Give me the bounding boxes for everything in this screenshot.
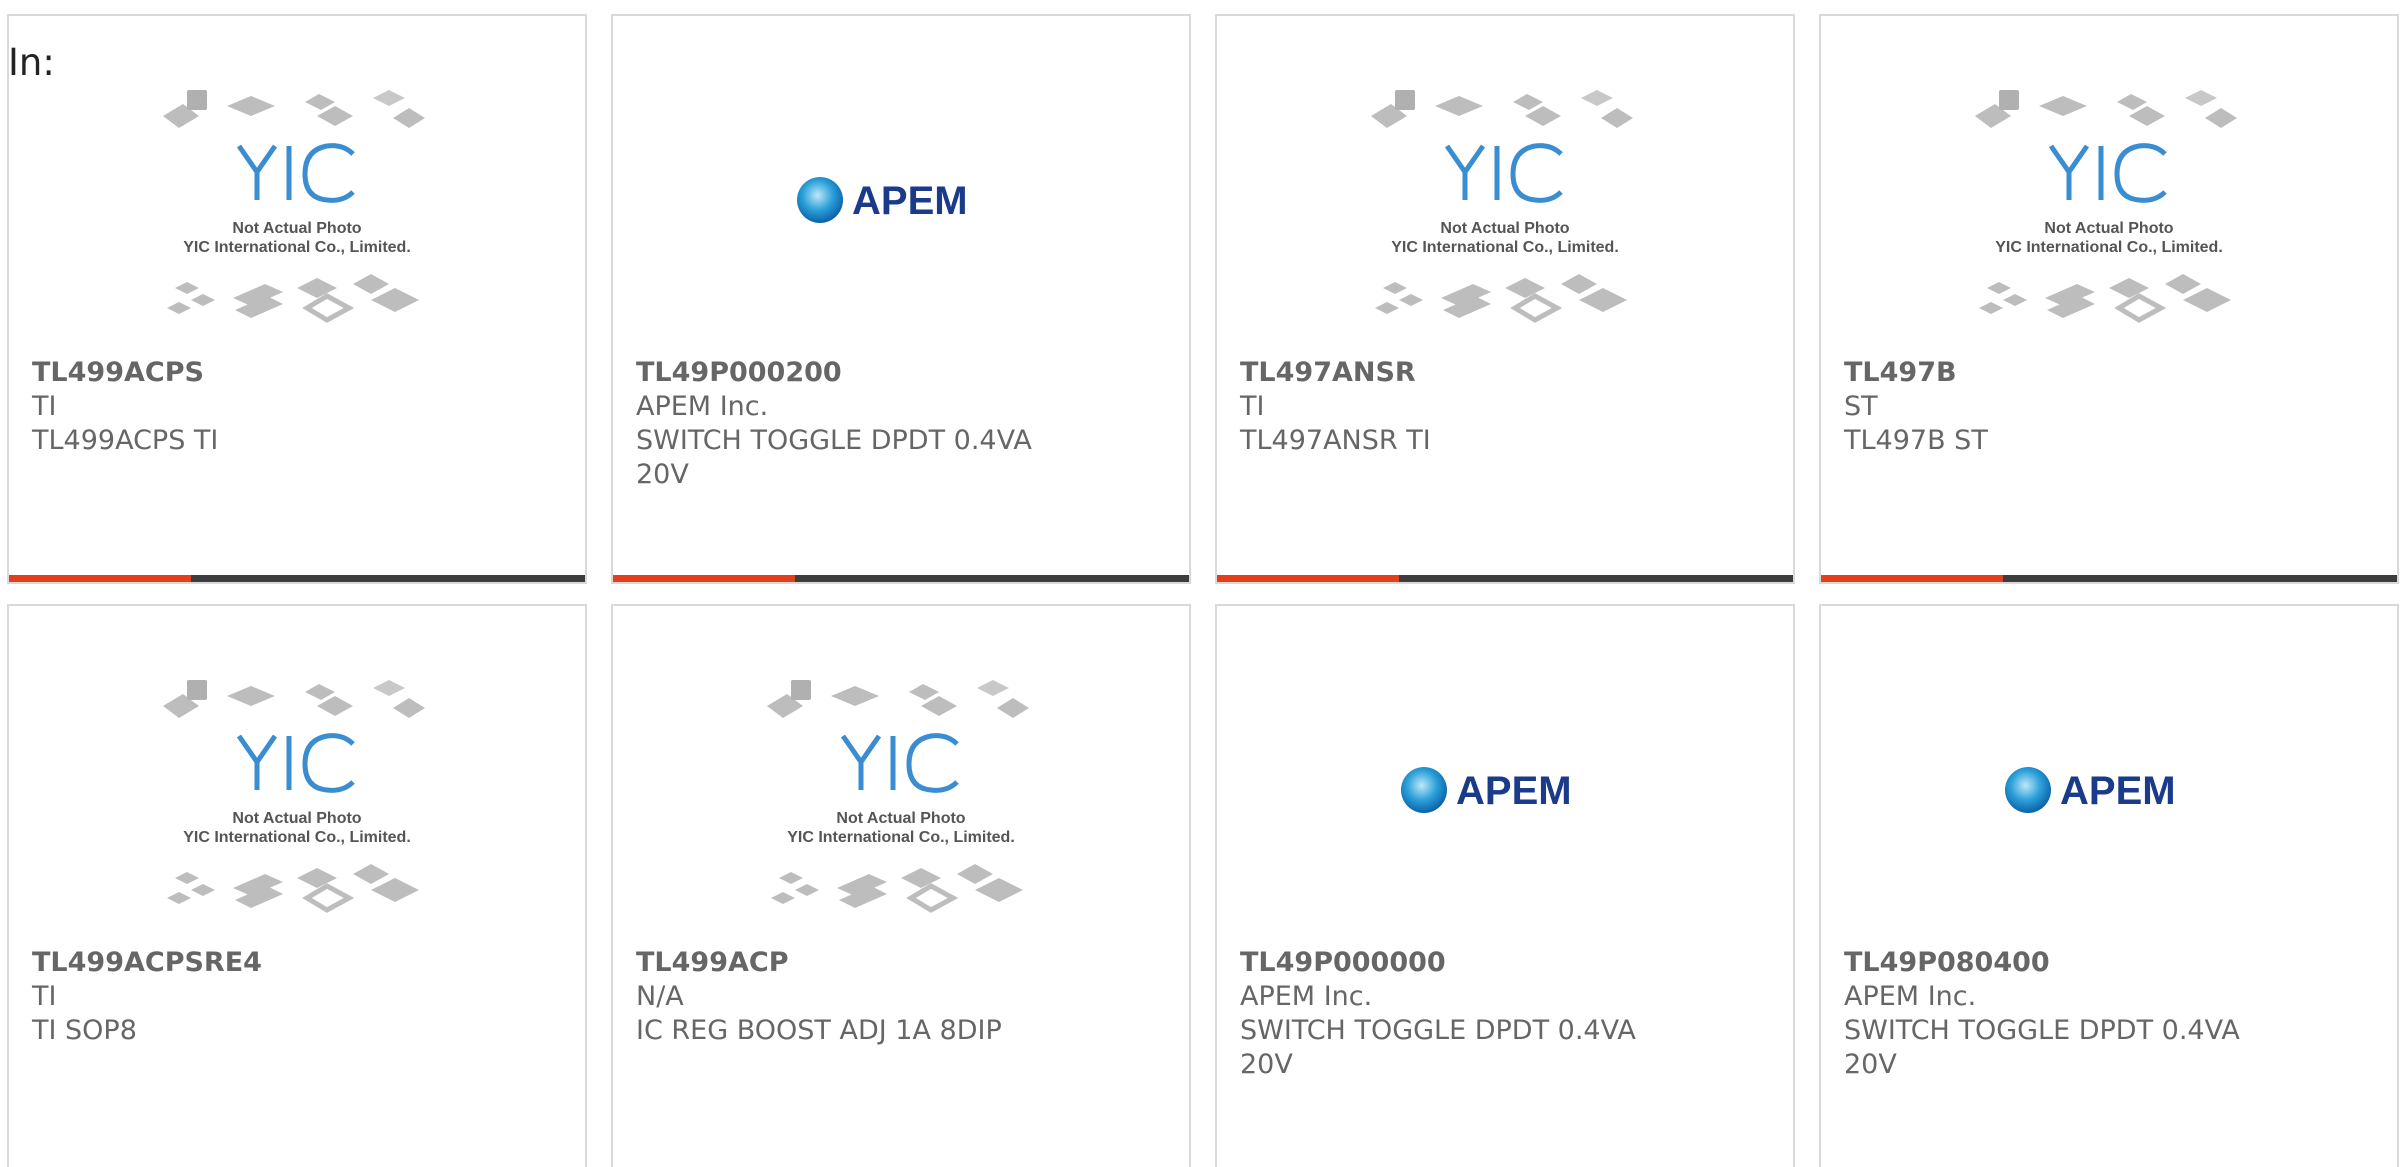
apem-logo-wrap: APEM — [2004, 764, 2214, 820]
product-image: Not Actual Photo YIC International Co., … — [613, 678, 1189, 948]
svg-text:Not Actual Photo: Not Actual Photo — [232, 220, 361, 237]
svg-text:Not Actual Photo: Not Actual Photo — [232, 810, 361, 827]
svg-text:YIC International Co., Limited: YIC International Co., Limited. — [183, 239, 411, 256]
description: SWITCH TOGGLE DPDT 0.4VA 20V — [1240, 1015, 1636, 1080]
in-label: In: — [8, 41, 55, 84]
yic-placeholder-image: Not Actual Photo YIC International Co., … — [1371, 90, 1633, 323]
manufacturer: ST — [1844, 391, 1878, 422]
product-info: TL497ANSR TI TL497ANSR TI — [1240, 356, 1773, 458]
product-info: TL49P080400 APEM Inc. SWITCH TOGGLE DPDT… — [1844, 946, 2377, 1082]
card-bar — [1821, 575, 2397, 582]
card-bar-accent — [1821, 575, 2003, 582]
card-bar-accent — [9, 575, 191, 582]
part-number[interactable]: TL499ACPSRE4 — [32, 946, 565, 980]
part-number[interactable]: TL49P000000 — [1240, 946, 1773, 980]
manufacturer: TI — [32, 391, 57, 422]
product-card[interactable]: Not Actual Photo YIC International Co., … — [7, 14, 587, 584]
manufacturer: TI — [32, 981, 57, 1012]
search-results-page: In: Not Actual Photo YIC International C… — [0, 0, 2400, 1167]
description: SWITCH TOGGLE DPDT 0.4VA 20V — [636, 425, 1032, 490]
product-card[interactable]: APEM TL49P080400 APEM Inc. SWITCH TOGGLE… — [1819, 604, 2399, 1167]
product-info: TL499ACP N/A IC REG BOOST ADJ 1A 8DIP — [636, 946, 1169, 1048]
product-image: Not Actual Photo YIC International Co., … — [9, 88, 585, 358]
svg-text:YIC International Co., Limited: YIC International Co., Limited. — [1995, 239, 2223, 256]
description: TI SOP8 — [32, 1015, 137, 1046]
description: TL499ACPS TI — [32, 425, 219, 456]
product-card[interactable]: APEM TL49P000000 APEM Inc. SWITCH TOGGLE… — [1215, 604, 1795, 1167]
svg-text:Not Actual Photo: Not Actual Photo — [1440, 220, 1569, 237]
product-card[interactable]: Not Actual Photo YIC International Co., … — [611, 604, 1191, 1167]
svg-text:YIC International Co., Limited: YIC International Co., Limited. — [183, 829, 411, 846]
product-image: Not Actual Photo YIC International Co., … — [1821, 88, 2397, 358]
product-info: TL497B ST TL497B ST — [1844, 356, 2377, 458]
product-card[interactable]: Not Actual Photo YIC International Co., … — [1215, 14, 1795, 584]
product-image: Not Actual Photo YIC International Co., … — [1217, 88, 1793, 358]
description: TL497B ST — [1844, 425, 1988, 456]
card-bar — [1217, 575, 1793, 582]
product-image: APEM — [613, 88, 1189, 358]
yic-placeholder-image: Not Actual Photo YIC International Co., … — [163, 680, 425, 913]
product-image: Not Actual Photo YIC International Co., … — [9, 678, 585, 948]
svg-text:APEM: APEM — [852, 179, 968, 223]
apem-logo-icon: APEM — [797, 177, 968, 223]
apem-logo-wrap: APEM — [796, 174, 1006, 230]
manufacturer: APEM Inc. — [636, 391, 769, 422]
part-number[interactable]: TL49P000200 — [636, 356, 1169, 390]
svg-text:APEM: APEM — [2060, 769, 2176, 813]
product-info: TL499ACPS TI TL499ACPS TI — [32, 356, 565, 458]
product-grid: Not Actual Photo YIC International Co., … — [7, 14, 2399, 1167]
svg-text:APEM: APEM — [1456, 769, 1572, 813]
yic-placeholder-image: Not Actual Photo YIC International Co., … — [1975, 90, 2237, 323]
description: IC REG BOOST ADJ 1A 8DIP — [636, 1015, 1002, 1046]
card-bar-accent — [613, 575, 795, 582]
product-info: TL499ACPSRE4 TI TI SOP8 — [32, 946, 565, 1048]
part-number[interactable]: TL499ACPS — [32, 356, 565, 390]
description: TL497ANSR TI — [1240, 425, 1431, 456]
svg-text:YIC International Co., Limited: YIC International Co., Limited. — [787, 829, 1015, 846]
part-number[interactable]: TL499ACP — [636, 946, 1169, 980]
product-image: APEM — [1821, 678, 2397, 948]
apem-logo-icon: APEM — [2005, 767, 2176, 813]
product-info: TL49P000000 APEM Inc. SWITCH TOGGLE DPDT… — [1240, 946, 1773, 1082]
svg-text:Not Actual Photo: Not Actual Photo — [2044, 220, 2173, 237]
manufacturer: N/A — [636, 981, 684, 1012]
description: SWITCH TOGGLE DPDT 0.4VA 20V — [1844, 1015, 2240, 1080]
product-card[interactable]: APEM TL49P000200 APEM Inc. SWITCH TOGGLE… — [611, 14, 1191, 584]
part-number[interactable]: TL497B — [1844, 356, 2377, 390]
part-number[interactable]: TL49P080400 — [1844, 946, 2377, 980]
yic-placeholder-image: Not Actual Photo YIC International Co., … — [767, 680, 1029, 913]
apem-logo-icon: APEM — [1401, 767, 1572, 813]
product-card[interactable]: Not Actual Photo YIC International Co., … — [1819, 14, 2399, 584]
svg-text:YIC International Co., Limited: YIC International Co., Limited. — [1391, 239, 1619, 256]
svg-text:Not Actual Photo: Not Actual Photo — [836, 810, 965, 827]
card-bar — [9, 575, 585, 582]
apem-logo-wrap: APEM — [1400, 764, 1610, 820]
card-bar — [613, 575, 1189, 582]
product-card[interactable]: Not Actual Photo YIC International Co., … — [7, 604, 587, 1167]
yic-placeholder-image: Not Actual Photo YIC International Co., … — [163, 90, 425, 323]
manufacturer: TI — [1240, 391, 1265, 422]
part-number[interactable]: TL497ANSR — [1240, 356, 1773, 390]
product-info: TL49P000200 APEM Inc. SWITCH TOGGLE DPDT… — [636, 356, 1169, 492]
manufacturer: APEM Inc. — [1844, 981, 1977, 1012]
product-image: APEM — [1217, 678, 1793, 948]
card-bar-accent — [1217, 575, 1399, 582]
manufacturer: APEM Inc. — [1240, 981, 1373, 1012]
